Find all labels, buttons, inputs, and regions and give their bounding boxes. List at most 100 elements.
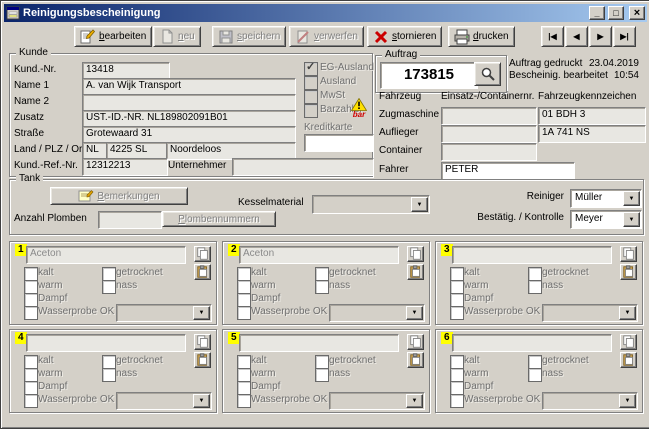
warm-checkbox[interactable] [450,280,464,294]
container-einsatz-field[interactable] [441,143,537,161]
dampf-checkbox[interactable] [24,293,38,307]
wasserprobe-checkbox[interactable] [450,394,464,408]
bemerkungen-button[interactable]: Bemerkungen [50,187,188,205]
dropdown-arrow-icon[interactable]: ▼ [193,306,210,320]
getrocknet-checkbox[interactable] [102,267,116,281]
wasserprobe-checkbox[interactable] [450,306,464,320]
minimize-button[interactable]: _ [589,6,605,20]
warm-checkbox[interactable] [24,368,38,382]
zugmaschine-kennzeichen-field[interactable]: 01 BDH 3 [538,107,646,125]
fahrer-field[interactable]: PETER [441,162,575,180]
nass-checkbox[interactable] [528,280,542,294]
kalt-checkbox[interactable] [24,267,38,281]
new-button[interactable]: neu [153,26,201,47]
paste-button[interactable] [407,264,424,280]
dropdown-arrow-icon[interactable]: ▼ [623,191,640,206]
auftrag-nummer-field[interactable]: 173815 [380,62,478,89]
nav-prev-button[interactable]: ◀ [565,26,588,47]
getrocknet-checkbox[interactable] [102,355,116,369]
discard-button[interactable]: verwerfen [289,26,364,47]
wasserprobe-checkbox[interactable] [237,394,251,408]
eg-ausland-checkbox[interactable]: ✓ [304,62,318,76]
paste-button[interactable] [407,352,424,368]
produkt-field[interactable] [26,334,186,352]
auftrag-such-button[interactable] [474,62,501,86]
dampf-checkbox[interactable] [450,293,464,307]
warm-checkbox[interactable] [24,280,38,294]
wasserprobe-combobox[interactable]: ▼ [542,304,638,322]
copy-button[interactable] [620,334,637,350]
kalt-checkbox[interactable] [24,355,38,369]
produkt-field[interactable] [452,334,612,352]
wasserprobe-checkbox[interactable] [24,394,38,408]
copy-button[interactable] [407,334,424,350]
dropdown-arrow-icon[interactable]: ▼ [193,394,210,408]
dampf-checkbox[interactable] [24,381,38,395]
auflieger-kennzeichen-field[interactable]: 1A 741 NS [538,125,646,143]
ausland-checkbox[interactable] [304,76,318,90]
dropdown-arrow-icon[interactable]: ▼ [619,306,636,320]
dropdown-arrow-icon[interactable]: ▼ [623,212,640,227]
copy-button[interactable] [407,246,424,262]
getrocknet-checkbox[interactable] [315,355,329,369]
dropdown-arrow-icon[interactable]: ▼ [406,306,423,320]
copy-button[interactable] [194,246,211,262]
cancel-button[interactable]: stornieren [367,26,442,47]
produkt-field[interactable] [239,334,399,352]
dropdown-arrow-icon[interactable]: ▼ [619,394,636,408]
nass-checkbox[interactable] [315,368,329,382]
kund-ref-field[interactable]: 12312213 [82,158,168,176]
reiniger-combobox[interactable]: Müller ▼ [570,189,642,208]
nav-first-button[interactable]: |◀ [541,26,564,47]
warm-checkbox[interactable] [450,368,464,382]
kalt-checkbox[interactable] [450,267,464,281]
unternehmer-field[interactable] [232,158,374,176]
close-button[interactable]: × [629,6,645,20]
nass-checkbox[interactable] [102,368,116,382]
print-button[interactable]: drucken [448,26,515,47]
kesselmaterial-combobox[interactable]: ▼ [312,195,430,214]
auflieger-einsatz-field[interactable] [441,125,537,143]
dampf-checkbox[interactable] [237,293,251,307]
produkt-field[interactable]: Aceton [26,246,186,264]
dampf-checkbox[interactable] [237,381,251,395]
dropdown-arrow-icon[interactable]: ▼ [411,197,428,212]
copy-button[interactable] [620,246,637,262]
wasserprobe-checkbox[interactable] [237,306,251,320]
getrocknet-checkbox[interactable] [528,267,542,281]
maximize-button[interactable]: □ [608,6,624,20]
zugmaschine-einsatz-field[interactable] [441,107,537,125]
getrocknet-checkbox[interactable] [315,267,329,281]
nav-next-button[interactable]: ▶ [589,26,612,47]
warm-checkbox[interactable] [237,280,251,294]
paste-button[interactable] [194,264,211,280]
barzahler-checkbox[interactable] [304,104,318,118]
paste-button[interactable] [620,352,637,368]
wasserprobe-combobox[interactable]: ▼ [116,392,212,410]
kalt-checkbox[interactable] [450,355,464,369]
dropdown-arrow-icon[interactable]: ▼ [406,394,423,408]
edit-button[interactable]: bearbeiten [74,26,152,47]
nass-checkbox[interactable] [528,368,542,382]
save-button[interactable]: speichern [212,26,286,47]
warm-checkbox[interactable] [237,368,251,382]
nav-last-button[interactable]: ▶| [613,26,636,47]
mwst-checkbox[interactable] [304,90,318,104]
plombennummern-button[interactable]: Plombennummern [162,211,276,227]
kalt-checkbox[interactable] [237,267,251,281]
wasserprobe-combobox[interactable]: ▼ [116,304,212,322]
wasserprobe-combobox[interactable]: ▼ [329,304,425,322]
anzahl-plomben-field[interactable] [98,211,162,229]
paste-button[interactable] [194,352,211,368]
nass-checkbox[interactable] [102,280,116,294]
nass-checkbox[interactable] [315,280,329,294]
bestaetigung-combobox[interactable]: Meyer ▼ [570,210,642,229]
paste-button[interactable] [620,264,637,280]
copy-button[interactable] [194,334,211,350]
produkt-field[interactable]: Aceton [239,246,399,264]
wasserprobe-combobox[interactable]: ▼ [329,392,425,410]
wasserprobe-checkbox[interactable] [24,306,38,320]
kreditkarte-field[interactable] [304,134,374,152]
dampf-checkbox[interactable] [450,381,464,395]
kalt-checkbox[interactable] [237,355,251,369]
